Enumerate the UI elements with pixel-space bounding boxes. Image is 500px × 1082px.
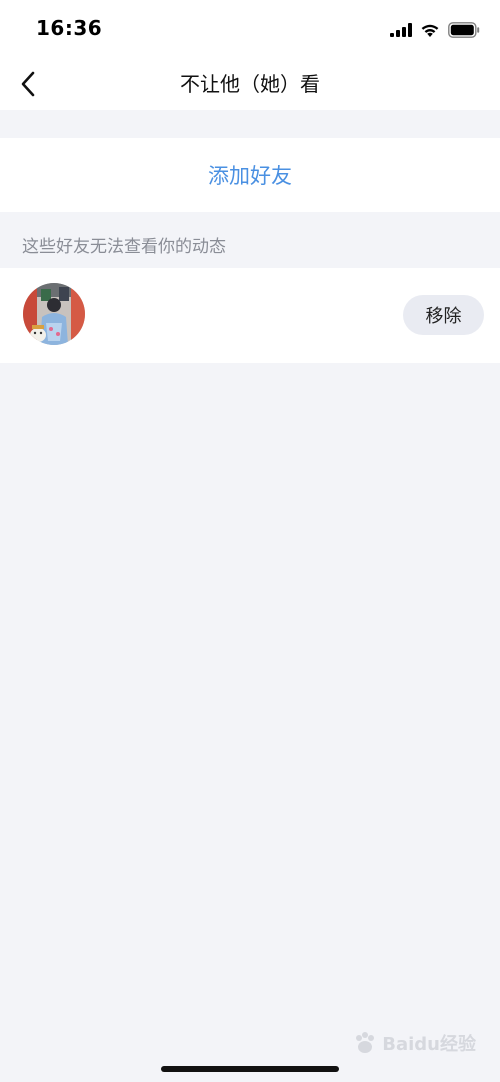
battery-icon bbox=[448, 22, 480, 38]
watermark: Baidu经验 bbox=[352, 1030, 476, 1056]
avatar-photo bbox=[23, 283, 85, 345]
remove-button[interactable]: 移除 bbox=[403, 295, 484, 335]
signal-icon bbox=[390, 23, 412, 37]
status-time: 16:36 bbox=[36, 16, 103, 40]
watermark-text: Baidu经验 bbox=[382, 1034, 476, 1055]
nav-bar: 不让他（她）看 bbox=[0, 58, 500, 110]
add-friend-button[interactable]: 添加好友 bbox=[0, 138, 500, 212]
status-bar: 16:36 bbox=[0, 0, 500, 58]
home-indicator bbox=[161, 1066, 339, 1072]
avatar[interactable] bbox=[23, 283, 85, 345]
list-item: 移除 bbox=[0, 268, 500, 363]
friend-list: 移除 bbox=[0, 268, 500, 363]
add-friend-label: 添加好友 bbox=[208, 164, 292, 188]
section-hint: 这些好友无法查看你的动态 bbox=[22, 237, 226, 257]
page-title: 不让他（她）看 bbox=[180, 72, 320, 96]
wifi-icon bbox=[421, 24, 439, 37]
paw-icon bbox=[356, 1032, 375, 1053]
status-icons bbox=[390, 18, 480, 42]
